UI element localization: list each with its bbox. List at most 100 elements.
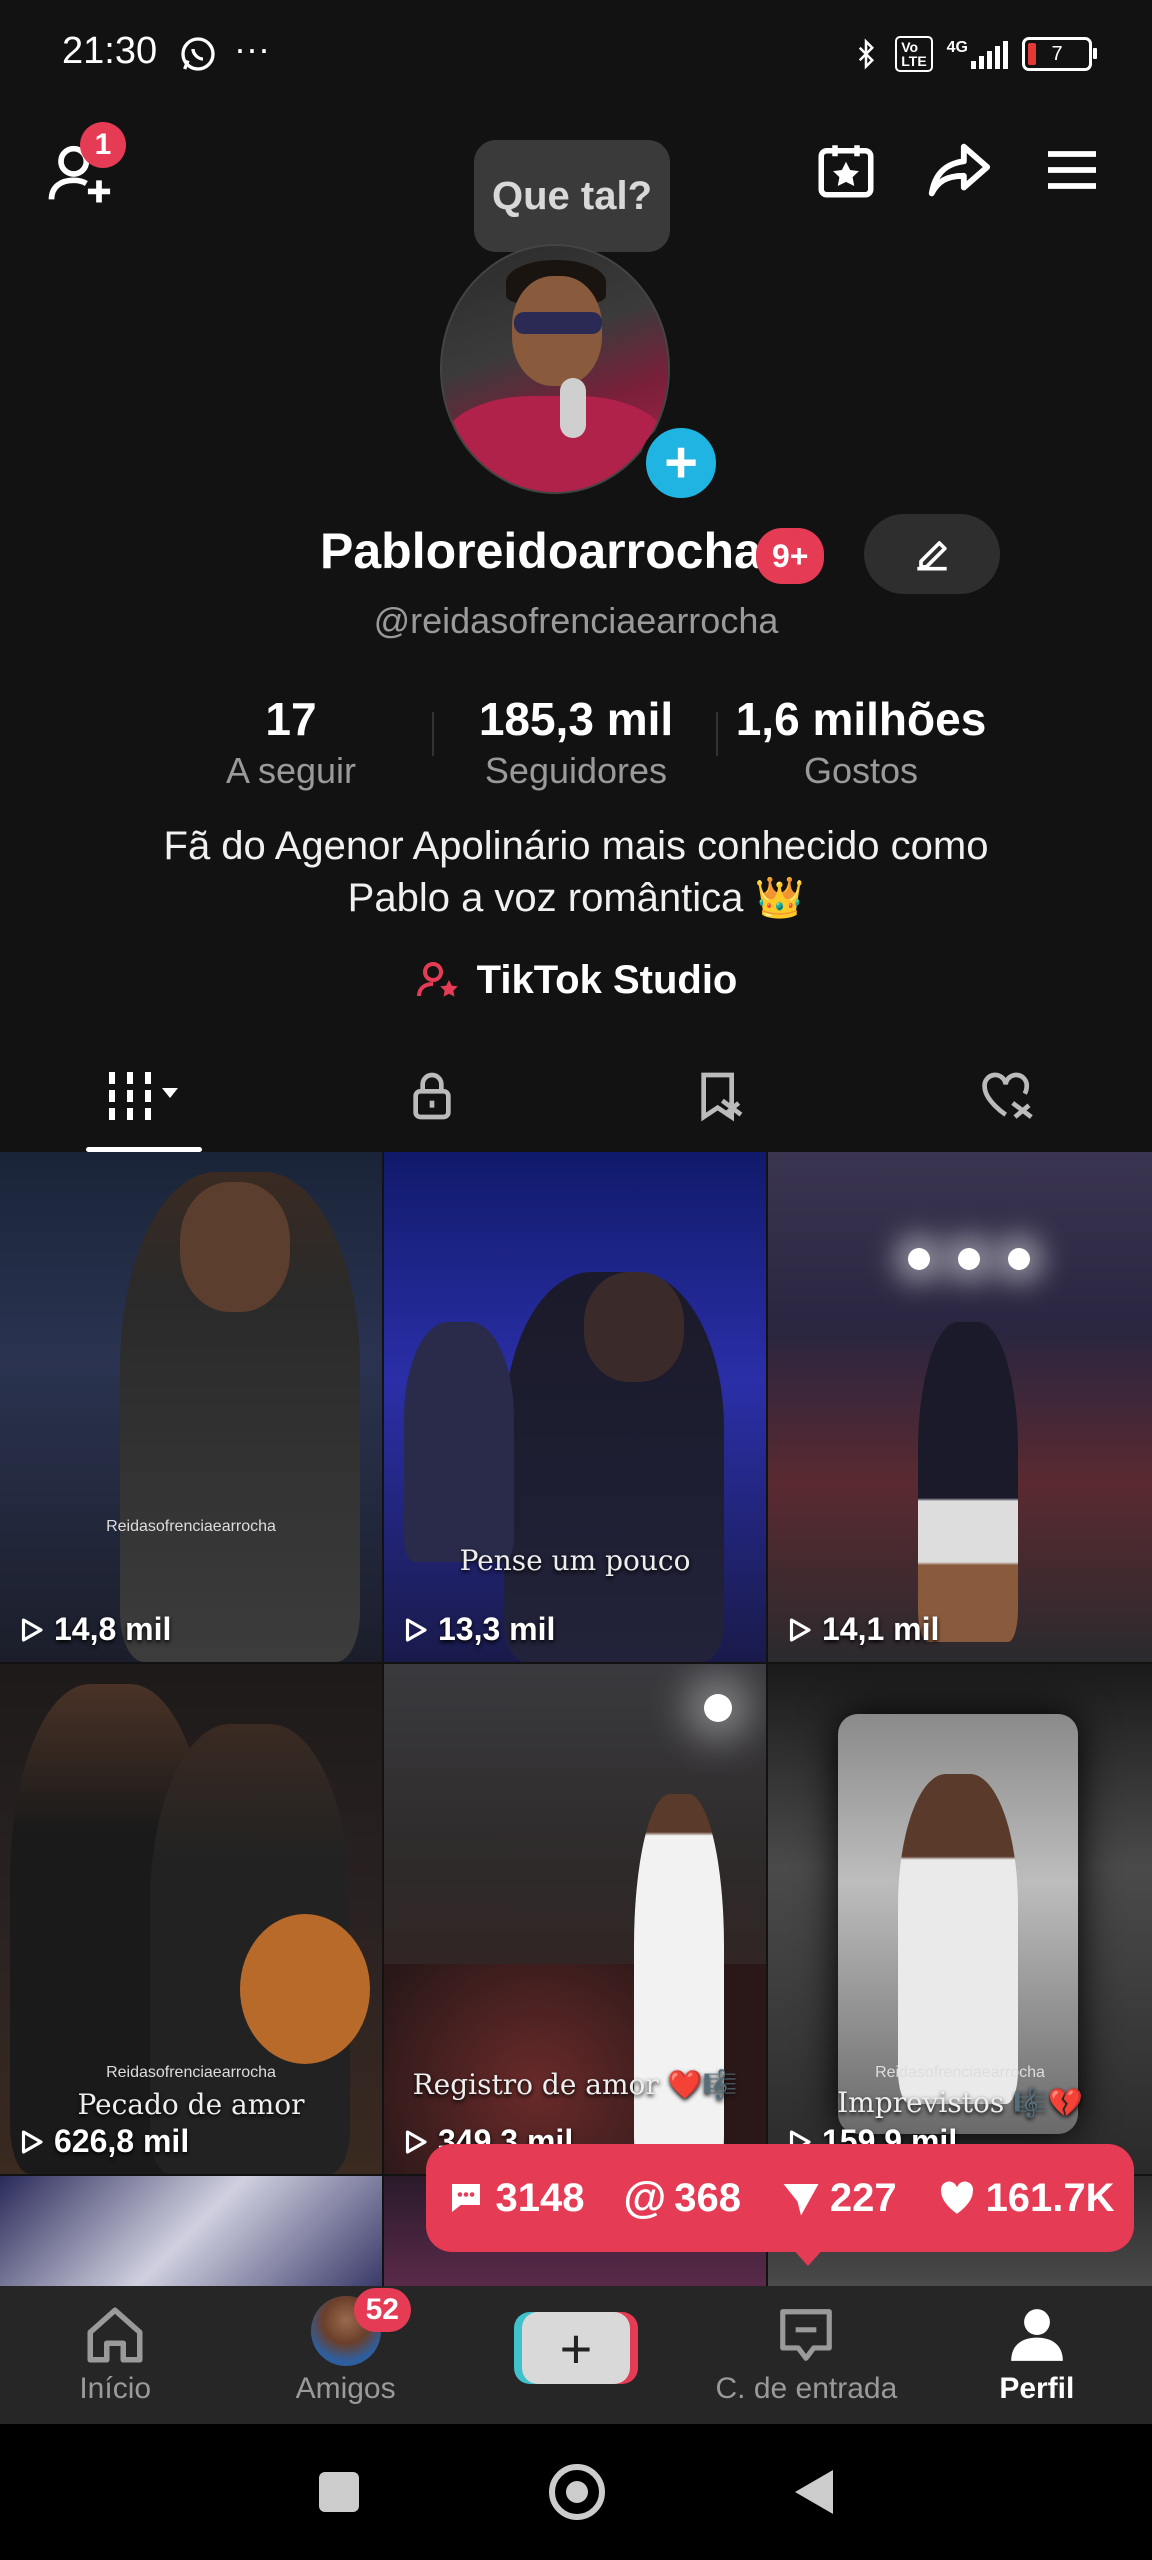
mentions-count: 368 [674,2175,741,2220]
stat-following[interactable]: 17 A seguir [206,692,376,792]
battery-icon: 7 [1022,37,1097,71]
friends-badge: 52 [353,2288,411,2332]
lock-icon [413,1072,451,1120]
tab-liked[interactable] [864,1040,1152,1152]
home-button[interactable] [549,2464,605,2520]
at-icon: @ [623,2173,667,2222]
bluetooth-icon [859,38,875,70]
add-story-button[interactable]: + [640,422,722,504]
menu-icon [1048,151,1096,189]
create-button[interactable]: + [522,2312,631,2384]
engagement-popup[interactable]: 3148 @ 368 227 161.7K [426,2144,1134,2252]
nav-create[interactable]: + [461,2286,691,2424]
video-tile[interactable] [0,2176,382,2286]
video-tile[interactable]: 14,1 mil [768,1152,1152,1662]
video-caption: Pecado de amor [77,2088,305,2121]
nav-inbox[interactable]: C. de entrada [691,2286,921,2424]
menu-button[interactable] [1034,132,1110,208]
grid-icon [109,1072,178,1120]
view-count: 626,8 mil [54,2123,190,2159]
video-views: 14,1 mil [784,1611,939,1648]
share-profile-button[interactable] [920,132,996,208]
comments-count: 3148 [495,2175,585,2220]
nav-label: Início [79,2372,152,2405]
whatsapp-icon [178,34,218,79]
nav-label: Amigos [295,2372,396,2405]
nav-friends[interactable]: 52 Amigos [230,2286,460,2424]
edit-profile-button[interactable] [864,514,1000,594]
video-tile[interactable]: Registro de amor ❤️🎼 349,3 mil [384,1664,766,2174]
video-views: 14,8 mil [16,1611,171,1648]
home-icon [87,2307,143,2363]
video-caption: Imprevistos 🎼💔 [837,2086,1083,2119]
calendar-star-button[interactable] [808,132,884,208]
inbox-icon [780,2309,833,2361]
battery-level: 7 [1051,42,1063,65]
comment-icon [452,2184,481,2212]
comments-stat: 3148 [445,2176,584,2221]
tab-private[interactable] [288,1040,576,1152]
video-tile[interactable]: Reidasofrenciaearrocha Pecado de amor 62… [0,1664,382,2174]
profile-bio: Fã do Agenor Apolinário mais conhecido c… [0,820,1152,924]
heart-icon [940,2181,973,2214]
video-watermark: Reidasofrenciaearrocha [875,2064,1045,2081]
bio-line: Pablo a voz romântica 👑 [347,876,805,920]
send-icon [783,2184,819,2216]
signal-icon: 4G [947,39,1008,69]
studio-label: TikTok Studio [476,957,738,1002]
profile-avatar[interactable] [440,244,670,494]
tab-reposts[interactable] [576,1040,864,1152]
tab-videos[interactable] [0,1040,288,1152]
video-tile[interactable]: Pense um pouco 13,3 mil [384,1152,766,1662]
bottom-nav: Início 52 Amigos + C. de entrada Perfil [0,2286,1152,2424]
status-time: 21:30 [62,30,158,72]
video-tile[interactable]: Reidasofrenciaearrocha Imprevistos 🎼💔 15… [768,1664,1152,2174]
name-badge: 9+ [756,528,825,584]
creator-icon [416,962,458,997]
more-icon: ··· [234,28,270,69]
nav-label: C. de entrada [715,2372,898,2405]
nav-profile[interactable]: Perfil [922,2286,1152,2424]
video-views: 626,8 mil [16,2123,189,2160]
view-count: 14,8 mil [54,1611,172,1647]
bio-line: Fã do Agenor Apolinário mais conhecido c… [163,824,989,868]
recents-button[interactable] [319,2472,359,2512]
video-watermark: Reidasofrenciaearrocha [106,1518,276,1535]
video-watermark: Reidasofrenciaearrocha [106,2064,276,2081]
tooltip: Que tal? [474,140,670,252]
network-type: 4G [946,39,968,56]
back-button[interactable] [795,2470,833,2514]
video-caption: Pense um pouco [459,1544,691,1577]
tiktok-studio-link[interactable]: TikTok Studio [0,956,1152,1004]
shares-stat: 227 [780,2176,897,2221]
stat-followers[interactable]: 185,3 mil Seguidores [452,692,700,792]
play-icon [789,1617,811,1642]
play-icon [405,2129,427,2154]
profile-handle: @reidasofrenciaearrocha [373,600,779,641]
divider [716,712,718,756]
bookmark-hidden-icon [701,1072,743,1122]
play-icon [405,1617,427,1642]
likes-stat: 161.7K [936,2176,1115,2221]
stat-label: Seguidores [484,750,668,791]
display-name: Pabloreidoarrocha [320,523,762,579]
stat-likes[interactable]: 1,6 milhões Gostos [724,692,998,792]
calendar-star-icon [818,145,874,198]
create-icon: + [559,2316,593,2380]
profile-icon [1010,2309,1063,2361]
video-tile[interactable]: Reidasofrenciaearrocha 14,8 mil [0,1152,382,1662]
heart-hidden-icon [982,1072,1033,1119]
divider [432,712,434,756]
stat-label: A seguir [225,750,357,791]
mentions-stat: @ 368 [623,2173,741,2223]
likes-count: 161.7K [985,2175,1115,2220]
status-right: Vo LTE 4G 7 [851,34,1097,74]
stat-value: 185,3 mil [478,693,674,745]
stat-value: 1,6 milhões [735,693,987,745]
video-views: 13,3 mil [400,1611,555,1648]
share-icon [928,143,991,197]
notification-badge: 1 [80,122,126,168]
video-grid: Reidasofrenciaearrocha 14,8 mil Pense um… [0,1152,1152,2174]
nav-home[interactable]: Início [0,2286,230,2424]
pencil-icon [917,541,947,571]
